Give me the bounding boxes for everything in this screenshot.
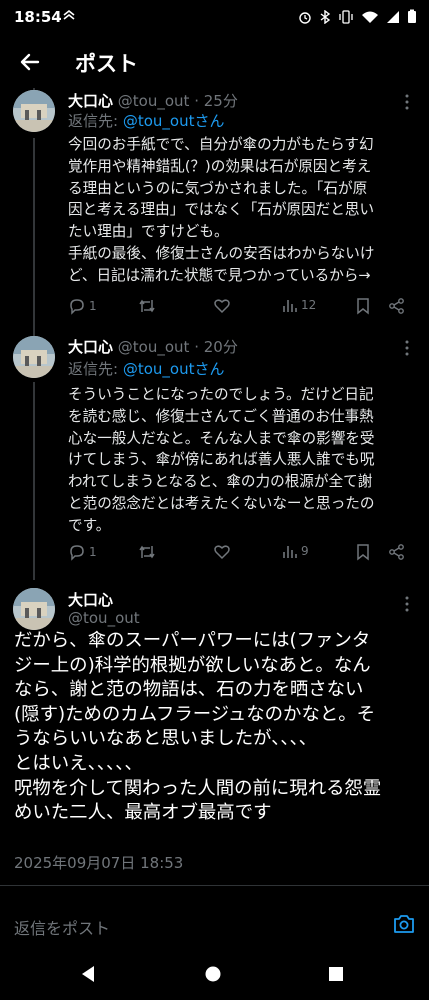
display-name[interactable]: 大口心	[68, 338, 113, 356]
avatar[interactable]	[13, 90, 55, 132]
alarm-icon	[299, 11, 311, 24]
wifi-icon	[362, 11, 378, 23]
avatar[interactable]	[13, 588, 55, 630]
bluetooth-icon	[320, 9, 331, 24]
repost-icon	[139, 299, 155, 313]
recents-square-icon[interactable]	[326, 964, 346, 984]
handle-time: @tou_out · 20分	[117, 338, 238, 356]
post-actions: 1 12	[68, 297, 413, 317]
mention-link[interactable]: @tou_outさん	[123, 360, 225, 378]
share-action[interactable]	[388, 297, 406, 315]
page-title: ポスト	[75, 52, 138, 76]
heart-icon	[214, 545, 230, 560]
replying-to: 返信先: @tou_outさん	[68, 358, 224, 379]
share-icon	[389, 298, 404, 314]
status-bar: 18:54	[0, 0, 429, 34]
views-icon	[283, 300, 297, 312]
thread-line	[33, 138, 35, 338]
more-icon[interactable]	[399, 596, 415, 612]
post-actions: 1 9	[68, 543, 413, 563]
status-time: 18:54	[14, 8, 62, 26]
handle-time: @tou_out · 25分	[117, 92, 238, 110]
vpn-icon	[63, 9, 75, 20]
views-count: 9	[301, 544, 309, 558]
header: ポスト	[0, 36, 429, 88]
more-icon[interactable]	[399, 340, 415, 356]
heart-icon	[214, 299, 230, 314]
arrow-left-icon[interactable]	[16, 48, 44, 76]
divider	[0, 885, 429, 886]
share-icon	[389, 544, 404, 560]
post-meta: 大口心 @tou_out · 20分	[68, 336, 238, 357]
replying-prefix: 返信先:	[68, 112, 123, 130]
bookmark-icon	[357, 298, 369, 315]
post-text: そういうことになったのでしょう。だけど日記 を読む感じ、修復士さんてごく普通のお…	[68, 386, 375, 534]
system-nav-bar	[0, 950, 429, 1000]
repost-icon	[139, 545, 155, 559]
views-icon	[283, 546, 297, 558]
thread-line	[33, 382, 35, 580]
reply-count: 1	[89, 545, 97, 559]
display-name[interactable]: 大口心	[68, 589, 113, 610]
reply-count: 1	[89, 299, 97, 313]
bookmark-action[interactable]	[355, 543, 371, 561]
back-triangle-icon[interactable]	[78, 964, 98, 984]
bookmark-action[interactable]	[355, 297, 371, 315]
replying-prefix: 返信先:	[68, 360, 123, 378]
views-action[interactable]: 9	[282, 543, 309, 559]
bookmark-icon	[357, 544, 369, 561]
like-action[interactable]	[213, 543, 231, 561]
views-count: 12	[301, 298, 317, 312]
post-text: 今回のお手紙でで、自分が傘の力がもたらす幻 覚作用や精神錯乱(？)の効果は石が原…	[68, 136, 375, 284]
reply-action[interactable]: 1	[68, 543, 97, 561]
home-circle-icon[interactable]	[203, 964, 223, 984]
display-name[interactable]: 大口心	[68, 92, 113, 110]
replying-to: 返信先: @tou_outさん	[68, 110, 224, 131]
like-action[interactable]	[213, 297, 231, 315]
repost-action[interactable]	[137, 543, 157, 561]
signal-icon	[387, 10, 399, 23]
main-post-text: だから、傘のスーパーパワーには(ファンタ ジー上の)科学的根拠が欲しいなあと。な…	[14, 630, 382, 824]
battery-icon	[408, 9, 416, 23]
avatar[interactable]	[13, 336, 55, 378]
vibrate-icon	[339, 9, 353, 24]
post-meta: 大口心 @tou_out · 25分	[68, 90, 238, 111]
mention-link[interactable]: @tou_outさん	[123, 112, 225, 130]
camera-icon[interactable]	[393, 913, 415, 935]
repost-action[interactable]	[137, 297, 157, 315]
handle[interactable]: @tou_out	[68, 609, 140, 627]
views-action[interactable]: 12	[282, 297, 316, 313]
share-action[interactable]	[388, 543, 406, 561]
reply-icon	[70, 299, 84, 315]
reply-icon	[70, 545, 84, 561]
reply-input[interactable]: 返信をポスト	[14, 915, 110, 939]
post-timestamp[interactable]: 2025年09月07日 18:53	[14, 852, 183, 873]
reply-action[interactable]: 1	[68, 297, 97, 315]
reply-composer[interactable]: 返信をポスト	[0, 901, 429, 949]
more-icon[interactable]	[399, 94, 415, 110]
